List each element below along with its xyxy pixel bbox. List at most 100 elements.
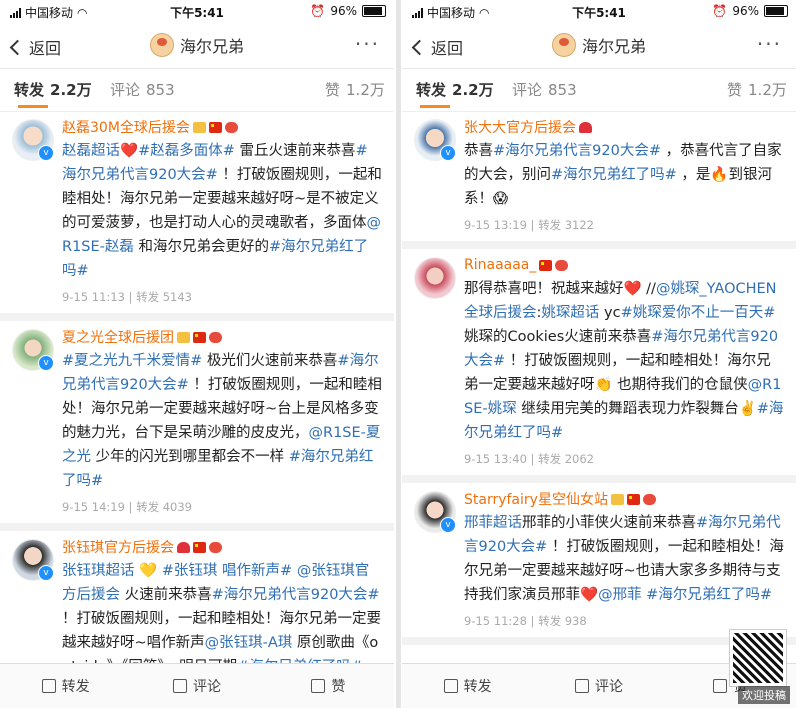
post-text-segment: ❤️	[120, 143, 139, 159]
hashtag-link[interactable]: #夏之光九千米爱情#	[62, 353, 202, 369]
post-text-segment: 邢菲的小菲侠火速前来恭喜	[522, 515, 696, 531]
flag-hk-icon	[209, 541, 222, 553]
post-author[interactable]: 夏之光全球后援团	[62, 327, 382, 347]
status-right: ⏰ 96%	[712, 4, 788, 18]
post-text-segment: 雷丘火速前来恭喜	[234, 143, 356, 159]
tab-bar: 转发 2.2万 评论 853 赞 1.2万	[402, 69, 796, 112]
screen-divider	[396, 0, 401, 708]
tab-bar: 转发 2.2万 评论 853 赞 1.2万	[0, 69, 394, 112]
hashtag-link[interactable]: #海尔兄弟代言920大会#	[493, 143, 661, 159]
post-text-segment: yc	[599, 305, 621, 321]
hashtag-link[interactable]: #海尔兄弟代言920大会#	[212, 587, 380, 603]
flag-icon	[193, 541, 206, 553]
hashtag-link[interactable]: #赵磊多面体#	[138, 143, 235, 159]
verified-icon: v	[440, 517, 456, 533]
flag-icon	[193, 331, 206, 343]
like-label: 赞	[331, 679, 346, 695]
thumbs-up-icon	[713, 679, 728, 693]
tab-like-label: 赞	[727, 81, 743, 99]
tab-repost-count: 2.2万	[50, 81, 92, 99]
tab-repost[interactable]: 转发 2.2万	[416, 79, 494, 100]
title-avatar	[551, 33, 576, 57]
post-text: #夏之光九千米爱情# 极光们火速前来恭喜#海尔兄弟代言920大会# ！打破饭圈规…	[62, 349, 382, 493]
verified-icon: v	[38, 145, 54, 161]
post-text-segment: 极光们火速前来恭喜	[202, 353, 338, 369]
castle-icon	[610, 493, 624, 505]
hashtag-link[interactable]: 张钰琪超话	[62, 563, 135, 579]
wings-icon	[209, 331, 222, 343]
hashtag-link[interactable]: #张钰琪 唱作新声#	[162, 563, 292, 579]
post-author[interactable]: 张大大官方后援会	[464, 117, 784, 137]
verified-icon: v	[440, 145, 456, 161]
bottom-bar: 转发 评论 赞	[0, 663, 394, 708]
repost-button[interactable]: 转发	[0, 664, 131, 708]
like-button[interactable]: 赞	[263, 664, 394, 708]
post-text: 那得恭喜吧！祝越来越好❤️ //@姚琛_YAOCHEN全球后援会:姚琛超话 yc…	[464, 277, 784, 445]
wings-icon	[224, 121, 238, 133]
post-author-name: Rinaaaaa_	[464, 257, 537, 273]
post-author[interactable]: 张钰琪官方后援会	[62, 537, 382, 557]
tab-comment-count: 853	[548, 81, 577, 99]
list-item[interactable]: v Starryfairy星空仙女站 邢菲超话邢菲的小菲侠火速前来恭喜#海尔兄弟…	[402, 483, 796, 645]
post-text-segment: ！打破饭圈规则，一起和睦相处！海尔兄弟一定要越来越好呀👏 也期待我们的仓鼠侠	[464, 353, 771, 393]
left-screen: 中国移动 ◠ 下午5:41 ⏰ 96% 返回 海尔兄弟 ··· 转发 2.2万 评…	[0, 0, 394, 708]
list-item[interactable]: Rinaaaaa_ 那得恭喜吧！祝越来越好❤️ //@姚琛_YAOCHEN全球后…	[402, 249, 796, 483]
status-bar: 中国移动 ◠ 下午5:41 ⏰ 96%	[0, 0, 394, 22]
repost-icon	[41, 679, 56, 693]
hashtag-link[interactable]: #海尔兄弟红了吗#	[646, 587, 772, 603]
qr-code-icon	[730, 630, 786, 686]
tab-like[interactable]: 赞 1.2万	[325, 79, 385, 100]
hashtag-link[interactable]: 邢菲超话	[464, 515, 522, 531]
hashtag-link[interactable]: 姚琛超话	[541, 305, 599, 321]
tab-repost[interactable]: 转发 2.2万	[14, 79, 92, 100]
post-author[interactable]: Rinaaaaa_	[464, 255, 784, 275]
repost-button[interactable]: 转发	[402, 664, 533, 708]
hashtag-link[interactable]: @张钰琪-A琪	[205, 635, 293, 651]
more-button[interactable]: ···	[355, 32, 380, 56]
tab-like[interactable]: 赞 1.2万	[727, 79, 787, 100]
post-text-segment: 💛	[134, 563, 162, 579]
post-author[interactable]: Starryfairy星空仙女站	[464, 489, 784, 509]
post-text: 赵磊超话❤️#赵磊多面体# 雷丘火速前来恭喜#海尔兄弟代言920大会# ！打破饭…	[62, 139, 382, 283]
comment-button[interactable]: 评论	[131, 664, 262, 708]
post-author-name: 赵磊30M全球后援会	[62, 120, 190, 136]
flag-hk-icon	[555, 259, 569, 271]
comment-button[interactable]: 评论	[533, 664, 664, 708]
hourglass-icon	[192, 121, 206, 133]
comment-label: 评论	[594, 679, 623, 695]
nav-title-text: 海尔兄弟	[581, 37, 646, 56]
hashtag-link[interactable]: 赵磊超话	[62, 143, 120, 159]
hashtag-link[interactable]: @邢菲	[598, 587, 642, 603]
post-author[interactable]: 赵磊30M全球后援会	[62, 117, 382, 137]
post-text-segment: 恭喜	[464, 143, 493, 159]
list-item[interactable]: v 赵磊30M全球后援会 赵磊超话❤️#赵磊多面体# 雷丘火速前来恭喜#海尔兄弟…	[0, 111, 394, 321]
post-text-segment: 继续用完美的舞蹈表现力炸裂舞台✌️	[516, 401, 757, 417]
status-right: ⏰ 96%	[310, 4, 386, 18]
flag-icon	[626, 493, 640, 505]
post-meta: 9-15 11:13 | 转发 5143	[62, 290, 193, 304]
tab-like-count: 1.2万	[748, 81, 787, 99]
nav-title-text: 海尔兄弟	[179, 37, 244, 56]
post-meta: 9-15 13:40 | 转发 2062	[464, 452, 595, 466]
repost-feed: v 赵磊30M全球后援会 赵磊超话❤️#赵磊多面体# 雷丘火速前来恭喜#海尔兄弟…	[0, 111, 394, 664]
nav-title: 海尔兄弟	[402, 33, 796, 57]
post-author-name: 夏之光全球后援团	[62, 330, 174, 346]
post-text: 恭喜#海尔兄弟代言920大会# ，恭喜代言了自家的大会，别问#海尔兄弟红了吗# …	[464, 139, 784, 211]
hashtag-link[interactable]: #姚琛爱你不止一百天#	[621, 305, 776, 321]
avatar[interactable]	[414, 257, 456, 299]
more-button[interactable]: ···	[757, 32, 782, 56]
post-text-segment: 那得恭喜吧！祝越来越好❤️ //	[464, 281, 656, 297]
tab-comment[interactable]: 评论 853	[512, 79, 577, 100]
hashtag-link[interactable]: #海尔兄弟红了吗#	[551, 167, 677, 183]
alarm-icon: ⏰	[310, 4, 326, 18]
list-item[interactable]: v 张大大官方后援会 恭喜#海尔兄弟代言920大会# ，恭喜代言了自家的大会，别…	[402, 111, 796, 249]
list-item[interactable]: v 夏之光全球后援团 #夏之光九千米爱情# 极光们火速前来恭喜#海尔兄弟代言92…	[0, 321, 394, 531]
tab-repost-count: 2.2万	[452, 81, 494, 99]
hourglass-icon	[177, 331, 190, 343]
tab-comment-label: 评论	[110, 81, 141, 99]
tab-comment[interactable]: 评论 853	[110, 79, 175, 100]
comment-label: 评论	[192, 679, 221, 695]
post-text: 邢菲超话邢菲的小菲侠火速前来恭喜#海尔兄弟代言920大会# ！打破饭圈规则，一起…	[464, 511, 784, 607]
post-meta: 9-15 14:19 | 转发 4039	[62, 500, 193, 514]
list-item[interactable]: v 张钰琪官方后援会 张钰琪超话 💛 #张钰琪 唱作新声# @张钰琪官方后援会 …	[0, 531, 394, 664]
